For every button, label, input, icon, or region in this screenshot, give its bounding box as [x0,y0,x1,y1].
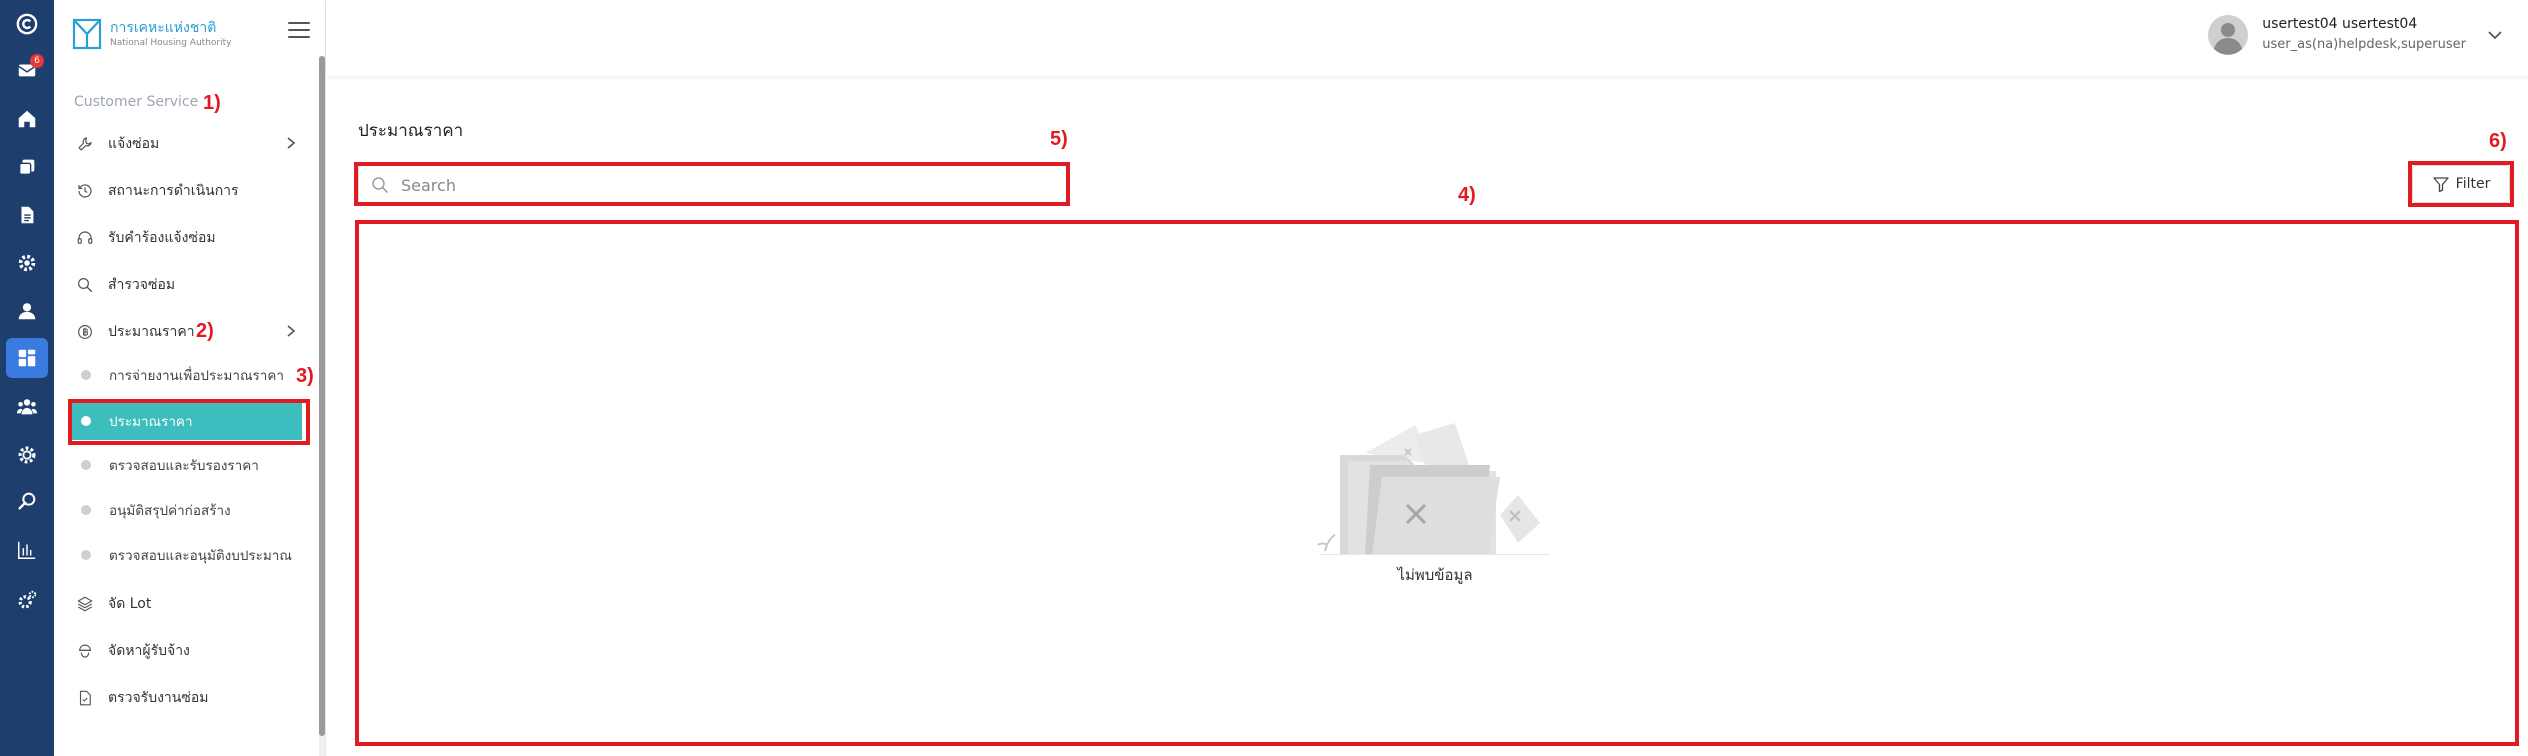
chevron-down-icon[interactable] [2486,26,2504,44]
headset-icon [74,227,96,249]
worker-icon [74,640,96,662]
sidebar-item-label: สถานะการดำเนินการ [108,183,239,199]
brand[interactable]: การเคหะแห่งชาติ National Housing Authori… [72,18,231,50]
tools-icon[interactable] [0,580,54,620]
top-bar: usertest04 usertest04 user_as(na)helpdes… [326,0,2528,76]
user-avatar-icon [2208,15,2249,55]
layers-icon [74,593,96,615]
search-icon[interactable] [0,481,54,521]
annotation-box-active-submenu [68,399,310,445]
copy-icon[interactable] [0,147,54,187]
annotation-label-1: 1) [203,92,221,114]
sidebar-item-repair-request[interactable]: แจ้งซ่อม [64,124,310,164]
page-title: ประมาณราคา [358,121,464,141]
dot-icon [81,550,91,560]
chart-icon[interactable] [0,530,54,570]
dot-icon [81,505,91,515]
submenu-item-approve-summary[interactable]: อนุมัติสรุปค่าก่อสร้าง [64,491,310,529]
hamburger-menu-icon[interactable] [288,22,310,40]
sidebar-item-contractor[interactable]: จัดหาผู้รับจ้าง [64,631,310,671]
sidebar-item-label: สำรวจซ่อม [108,277,176,293]
nha-logo-icon [72,18,102,50]
user-menu[interactable]: usertest04 usertest04 user_as(na)helpdes… [2208,14,2504,56]
annotation-box-table [355,220,2519,746]
submenu-item-verify-price[interactable]: ตรวจสอบและรับรองราคา [64,446,310,484]
sidebar: การเคหะแห่งชาติ National Housing Authori… [54,0,326,756]
chevron-right-icon [287,325,296,337]
settings-icon[interactable] [0,243,54,283]
submenu-item-assign-estimate[interactable]: การจ่ายงานเพื่อประมาณราคา [64,356,310,394]
sidebar-item-survey[interactable]: สำรวจซ่อม [64,265,310,305]
team-icon[interactable] [0,387,54,427]
annotation-label-4: 4) [1458,184,1476,206]
file-check-icon [74,687,96,709]
user-name: usertest04 usertest04 [2262,16,2418,32]
brand-name-en: National Housing Authority [110,37,232,48]
icon-rail: 6 [0,0,54,756]
home-icon[interactable] [0,99,54,139]
sidebar-scrollbar-thumb[interactable] [319,56,325,736]
wrench-icon [74,133,96,155]
sidebar-item-status[interactable]: สถานะการดำเนินการ [64,171,310,211]
history-icon [74,180,96,202]
submenu-item-label: การจ่ายงานเพื่อประมาณราคา [109,368,284,384]
dashboard-icon[interactable] [0,338,54,378]
coin-icon [74,321,96,343]
search-icon [74,274,96,296]
submenu-item-approve-budget[interactable]: ตรวจสอบและอนุมัติงบประมาณ [64,536,310,574]
sidebar-item-label: จัดหาผู้รับจ้าง [108,643,190,659]
dot-icon [81,370,91,380]
annotation-label-2: 2) [196,320,214,342]
section-label: Customer Service [74,94,199,110]
sidebar-item-estimate[interactable]: ประมาณราคา [64,312,310,352]
annotation-box-search [354,162,1070,206]
annotation-box-filter [2408,161,2514,207]
sidebar-item-label: ประมาณราคา [108,324,195,340]
mail-badge: 6 [30,54,44,68]
logo-icon[interactable] [0,4,54,44]
chevron-right-icon [287,137,296,149]
user-role: user_as(na)helpdesk,superuser [2262,37,2466,52]
document-icon[interactable] [0,195,54,235]
annotation-label-5: 5) [1050,128,1068,150]
sidebar-item-label: รับคำร้องแจ้งซ่อม [108,230,216,246]
gear-icon[interactable] [0,435,54,475]
submenu-item-label: อนุมัติสรุปค่าก่อสร้าง [109,503,231,519]
submenu-item-label: ตรวจสอบและรับรองราคา [109,458,259,474]
sidebar-item-receive-request[interactable]: รับคำร้องแจ้งซ่อม [64,218,310,258]
submenu-item-label: ตรวจสอบและอนุมัติงบประมาณ [109,548,292,564]
dot-icon [81,460,91,470]
brand-name-th: การเคหะแห่งชาติ [110,19,217,36]
sidebar-item-inspect[interactable]: ตรวจรับงานซ่อม [64,678,310,718]
user-icon[interactable] [0,291,54,331]
annotation-label-3: 3) [296,365,314,387]
sidebar-item-label: แจ้งซ่อม [108,136,160,152]
sidebar-item-label: ตรวจรับงานซ่อม [108,690,209,706]
avatar[interactable] [2208,15,2249,55]
sidebar-item-label: จัด Lot [108,596,152,612]
sidebar-item-lot[interactable]: จัด Lot [64,584,310,624]
mail-icon[interactable]: 6 [0,50,54,90]
annotation-label-6: 6) [2489,130,2507,152]
